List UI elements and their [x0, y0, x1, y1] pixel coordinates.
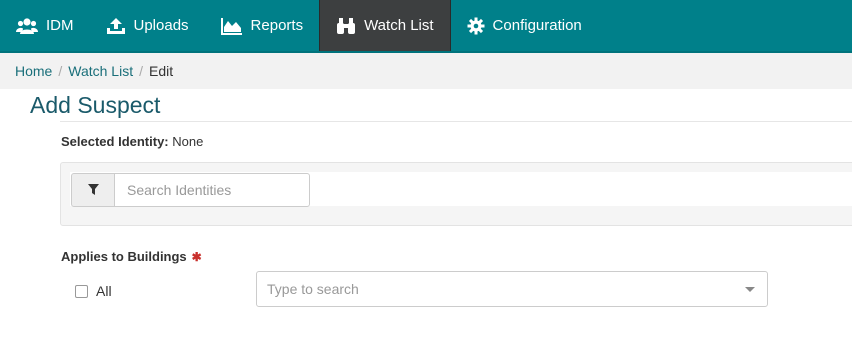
- all-buildings-label: All: [96, 283, 112, 299]
- buildings-select-placeholder: Type to search: [267, 281, 359, 297]
- nav-item-idm[interactable]: IDM: [0, 0, 90, 51]
- nav-item-configuration[interactable]: Configuration: [451, 0, 598, 51]
- selected-identity: Selected Identity: None: [61, 134, 203, 149]
- breadcrumb-watch-list[interactable]: Watch List: [68, 63, 133, 79]
- breadcrumb-current: Edit: [148, 63, 174, 79]
- applies-to-buildings-label: Applies to Buildings ✱: [61, 249, 202, 264]
- buildings-select[interactable]: Type to search: [256, 271, 768, 307]
- selected-identity-value: None: [172, 134, 204, 149]
- nav-label-reports: Reports: [250, 17, 304, 34]
- area-chart-icon: [220, 17, 243, 35]
- page-title: Add Suspect: [30, 92, 161, 118]
- nav-item-uploads[interactable]: Uploads: [90, 0, 205, 51]
- all-buildings-checkbox[interactable]: [75, 284, 88, 298]
- nav-label-watch-list: Watch List: [364, 17, 434, 34]
- identity-search-panel: [60, 162, 852, 226]
- nav-item-watch-list[interactable]: Watch List: [319, 0, 451, 51]
- caret-down-icon: [745, 287, 755, 292]
- nav-label-idm: IDM: [46, 17, 74, 34]
- binoculars-icon: [336, 17, 356, 35]
- users-icon: [16, 17, 38, 35]
- gear-icon: [467, 17, 485, 35]
- breadcrumb-home[interactable]: Home: [15, 63, 52, 79]
- breadcrumb: Home / Watch List / Edit: [0, 53, 852, 89]
- nav-label-configuration: Configuration: [492, 17, 582, 34]
- selected-identity-label: Selected Identity:: [61, 134, 169, 149]
- search-identities-input[interactable]: [114, 173, 310, 207]
- filter-button[interactable]: [71, 173, 115, 207]
- upload-icon: [106, 17, 126, 35]
- breadcrumb-separator: /: [58, 63, 63, 79]
- applies-to-buildings-text: Applies to Buildings: [61, 249, 187, 264]
- nav-label-uploads: Uploads: [133, 17, 189, 34]
- nav-item-reports[interactable]: Reports: [205, 0, 320, 51]
- breadcrumb-separator: /: [139, 63, 143, 79]
- required-marker: ✱: [191, 250, 202, 264]
- all-buildings-option: All: [75, 283, 112, 299]
- title-divider: [60, 121, 852, 122]
- top-navbar: IDM Uploads Reports Watch List Configura…: [0, 0, 852, 53]
- filter-icon: [87, 182, 99, 198]
